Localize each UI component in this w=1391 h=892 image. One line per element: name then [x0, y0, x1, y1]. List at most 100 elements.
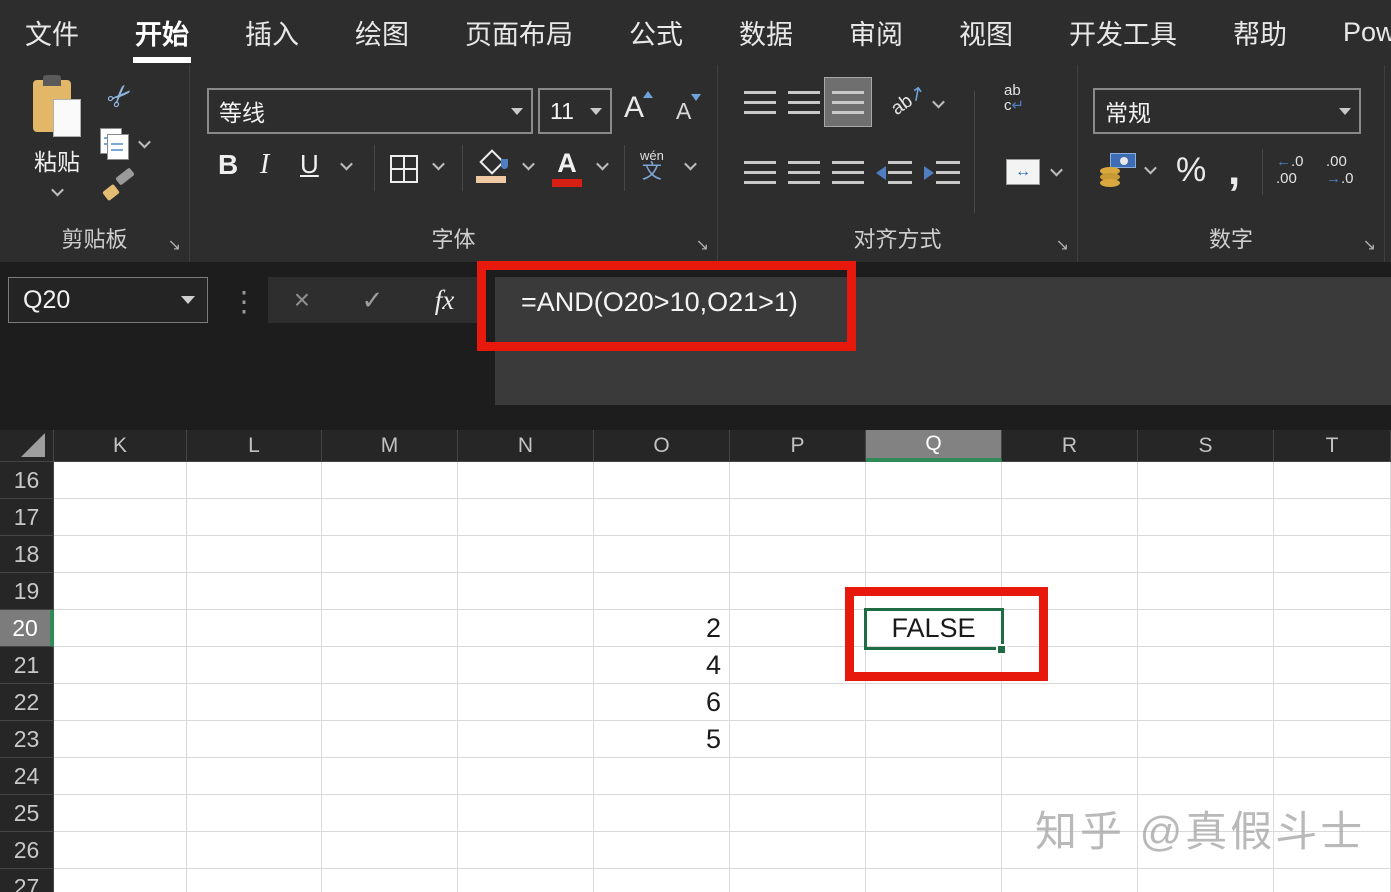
align-right-icon[interactable]	[832, 161, 864, 184]
cell-M26[interactable]	[322, 832, 458, 869]
cell-M24[interactable]	[322, 758, 458, 795]
cell-L25[interactable]	[187, 795, 322, 832]
column-header-S[interactable]: S	[1138, 430, 1274, 462]
accounting-dropdown-icon[interactable]	[1144, 162, 1157, 175]
cell-R23[interactable]	[1002, 721, 1138, 758]
enter-icon[interactable]: ✓	[362, 285, 384, 316]
cell-S22[interactable]	[1138, 684, 1274, 721]
wrap-text-icon[interactable]: ab c↵	[1004, 83, 1024, 113]
cell-S21[interactable]	[1138, 647, 1274, 684]
cell-L17[interactable]	[187, 499, 322, 536]
column-header-T[interactable]: T	[1274, 430, 1391, 462]
cell-N26[interactable]	[458, 832, 594, 869]
percent-style-button[interactable]: %	[1176, 151, 1206, 190]
select-all-button[interactable]	[0, 430, 54, 462]
orientation-dropdown-icon[interactable]	[932, 96, 945, 109]
copy-icon[interactable]	[100, 128, 128, 158]
cell-R24[interactable]	[1002, 758, 1138, 795]
align-left-icon[interactable]	[744, 161, 776, 184]
tab-绘图[interactable]: 绘图	[355, 13, 409, 52]
cell-P25[interactable]	[730, 795, 866, 832]
cell-L27[interactable]	[187, 869, 322, 892]
column-header-M[interactable]: M	[322, 430, 458, 462]
cell-P18[interactable]	[730, 536, 866, 573]
phonetic-guide-button[interactable]: wén 文	[640, 149, 664, 179]
name-box-caret-icon[interactable]	[181, 296, 195, 304]
cell-S24[interactable]	[1138, 758, 1274, 795]
row-header-17[interactable]: 17	[0, 499, 54, 536]
cell-K27[interactable]	[54, 869, 187, 892]
cell-K22[interactable]	[54, 684, 187, 721]
cell-K18[interactable]	[54, 536, 187, 573]
cell-K26[interactable]	[54, 832, 187, 869]
cell-O18[interactable]	[594, 536, 730, 573]
number-dialog-launcher-icon[interactable]	[1363, 238, 1376, 254]
cell-N16[interactable]	[458, 462, 594, 499]
cell-Q23[interactable]	[866, 721, 1002, 758]
cell-M16[interactable]	[322, 462, 458, 499]
cell-O19[interactable]	[594, 573, 730, 610]
cell-P27[interactable]	[730, 869, 866, 892]
cell-O16[interactable]	[594, 462, 730, 499]
tab-审阅[interactable]: 审阅	[849, 13, 903, 52]
cell-T17[interactable]	[1274, 499, 1391, 536]
cell-K23[interactable]	[54, 721, 187, 758]
number-format-select[interactable]: 常规	[1093, 88, 1361, 134]
cell-K17[interactable]	[54, 499, 187, 536]
cell-O17[interactable]	[594, 499, 730, 536]
align-bottom-selected-button[interactable]	[824, 77, 872, 127]
name-box[interactable]: Q20	[8, 277, 208, 323]
cell-P22[interactable]	[730, 684, 866, 721]
cell-Q25[interactable]	[866, 795, 1002, 832]
cell-N21[interactable]	[458, 647, 594, 684]
increase-font-size-button[interactable]: A	[624, 91, 644, 125]
cell-O27[interactable]	[594, 869, 730, 892]
cell-S23[interactable]	[1138, 721, 1274, 758]
cell-O26[interactable]	[594, 832, 730, 869]
cell-S27[interactable]	[1138, 869, 1274, 892]
row-header-27[interactable]: 27	[0, 869, 54, 892]
column-header-N[interactable]: N	[458, 430, 594, 462]
merge-center-icon[interactable]: ↔	[1006, 159, 1040, 185]
column-header-L[interactable]: L	[187, 430, 322, 462]
cell-Q22[interactable]	[866, 684, 1002, 721]
row-header-26[interactable]: 26	[0, 832, 54, 869]
cell-L16[interactable]	[187, 462, 322, 499]
cell-O24[interactable]	[594, 758, 730, 795]
cell-Q26[interactable]	[866, 832, 1002, 869]
cell-O22[interactable]: 6	[594, 684, 730, 721]
cell-P24[interactable]	[730, 758, 866, 795]
align-top-icon[interactable]	[744, 91, 776, 114]
align-center-icon[interactable]	[788, 161, 820, 184]
font-dialog-launcher-icon[interactable]	[696, 238, 709, 254]
accounting-format-icon[interactable]	[1100, 153, 1136, 187]
row-header-21[interactable]: 21	[0, 647, 54, 684]
cell-Q24[interactable]	[866, 758, 1002, 795]
borders-dropdown-icon[interactable]	[432, 158, 445, 171]
font-size-caret-icon[interactable]	[590, 108, 602, 115]
cell-N25[interactable]	[458, 795, 594, 832]
row-header-22[interactable]: 22	[0, 684, 54, 721]
tab-Power[interactable]: Power	[1343, 17, 1391, 48]
tab-插入[interactable]: 插入	[245, 13, 299, 52]
cell-M27[interactable]	[322, 869, 458, 892]
cell-T19[interactable]	[1274, 573, 1391, 610]
cell-T21[interactable]	[1274, 647, 1391, 684]
cell-Q18[interactable]	[866, 536, 1002, 573]
font-color-button[interactable]: A	[552, 149, 582, 187]
number-format-caret-icon[interactable]	[1339, 108, 1351, 115]
copy-dropdown-icon[interactable]	[138, 135, 151, 148]
cell-Q16[interactable]	[866, 462, 1002, 499]
cell-L18[interactable]	[187, 536, 322, 573]
cell-S18[interactable]	[1138, 536, 1274, 573]
cell-T27[interactable]	[1274, 869, 1391, 892]
increase-indent-icon[interactable]	[924, 161, 960, 184]
cell-S16[interactable]	[1138, 462, 1274, 499]
column-header-K[interactable]: K	[54, 430, 187, 462]
fill-color-dropdown-icon[interactable]	[522, 158, 535, 171]
cell-M18[interactable]	[322, 536, 458, 573]
tab-帮助[interactable]: 帮助	[1233, 13, 1287, 52]
cell-N19[interactable]	[458, 573, 594, 610]
cell-R16[interactable]	[1002, 462, 1138, 499]
cell-Q27[interactable]	[866, 869, 1002, 892]
